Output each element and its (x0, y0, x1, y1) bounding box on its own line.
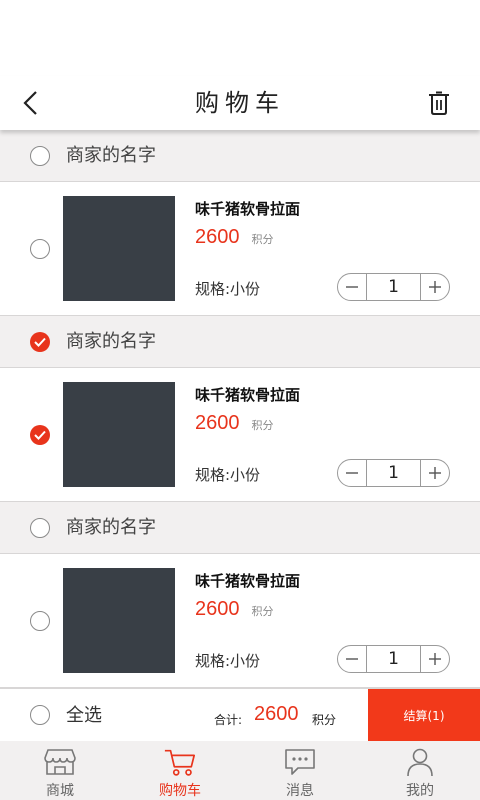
page-title: 购物车 (195, 89, 285, 117)
checkout-bar: 全选 合计: 2600 积分 结算(1) (0, 688, 480, 742)
total-unit: 积分 (312, 713, 337, 727)
product-spec: 规格:小份 (195, 652, 261, 670)
merchant-row: 商家的名字 (0, 316, 480, 368)
minus-icon (346, 286, 358, 288)
merchant-row: 商家的名字 (0, 130, 480, 182)
plus-icon (429, 653, 441, 665)
decrease-button[interactable] (338, 646, 366, 672)
merchant-checkbox[interactable] (30, 332, 50, 352)
total-value: 2600 (254, 703, 299, 725)
product-name: 味千猪软骨拉面 (195, 200, 301, 218)
decrease-button[interactable] (338, 274, 366, 300)
merchant-checkbox[interactable] (30, 518, 50, 538)
user-icon (407, 748, 433, 777)
cart-item: 味千猪软骨拉面 2600 积分 规格:小份 1 (0, 182, 480, 316)
product-price: 2600 (195, 598, 240, 620)
increase-button[interactable] (421, 274, 449, 300)
product-image[interactable] (63, 568, 175, 673)
merchant-name: 商家的名字 (66, 145, 156, 166)
tab-cart[interactable]: 购物车 (120, 741, 240, 800)
cart-list: 商家的名字 味千猪软骨拉面 2600 积分 规格:小份 1 商家的名字 味千猪软… (0, 130, 480, 688)
price-line: 2600 积分 (195, 412, 274, 435)
item-checkbox[interactable] (30, 239, 50, 259)
tab-messages[interactable]: 消息 (240, 741, 360, 800)
quantity-stepper: 1 (337, 273, 450, 301)
check-icon (34, 430, 46, 440)
status-bar-area (0, 0, 480, 76)
item-checkbox[interactable] (30, 611, 50, 631)
checkout-button[interactable]: 结算(1) (368, 689, 480, 742)
price-unit: 积分 (251, 419, 274, 432)
cart-icon (164, 749, 196, 776)
merchant-name: 商家的名字 (66, 517, 156, 538)
price-unit: 积分 (251, 233, 274, 246)
tab-shop[interactable]: 商城 (0, 741, 120, 800)
product-spec: 规格:小份 (195, 466, 261, 484)
tab-label: 购物车 (159, 783, 201, 799)
tab-label: 消息 (286, 783, 314, 799)
price-unit: 积分 (251, 605, 274, 618)
increase-button[interactable] (421, 646, 449, 672)
price-line: 2600 积分 (195, 598, 274, 621)
plus-icon (429, 467, 441, 479)
product-spec: 规格:小份 (195, 280, 261, 298)
delete-button[interactable] (424, 88, 454, 118)
product-name: 味千猪软骨拉面 (195, 572, 301, 590)
increase-button[interactable] (421, 460, 449, 486)
tab-profile[interactable]: 我的 (360, 741, 480, 800)
cart-item: 味千猪软骨拉面 2600 积分 规格:小份 1 (0, 554, 480, 688)
quantity-value[interactable]: 1 (366, 274, 421, 300)
decrease-button[interactable] (338, 460, 366, 486)
tab-label: 我的 (406, 783, 434, 799)
product-image[interactable] (63, 382, 175, 487)
select-all-label[interactable]: 全选 (66, 689, 102, 742)
select-all-checkbox[interactable] (30, 705, 50, 725)
product-image[interactable] (63, 196, 175, 301)
product-name: 味千猪软骨拉面 (195, 386, 301, 404)
minus-icon (346, 658, 358, 660)
header: 购物车 (0, 76, 480, 130)
item-checkbox[interactable] (30, 425, 50, 445)
price-line: 2600 积分 (195, 226, 274, 249)
quantity-value[interactable]: 1 (366, 460, 421, 486)
quantity-stepper: 1 (337, 645, 450, 673)
total-label: 合计: (214, 713, 243, 727)
product-price: 2600 (195, 226, 240, 248)
check-icon (34, 337, 46, 347)
bottom-tab-bar: 商城 购物车 消息 我的 (0, 741, 480, 800)
minus-icon (346, 472, 358, 474)
tab-label: 商城 (46, 783, 74, 799)
merchant-checkbox[interactable] (30, 146, 50, 166)
quantity-stepper: 1 (337, 459, 450, 487)
plus-icon (429, 281, 441, 293)
merchant-name: 商家的名字 (66, 331, 156, 352)
shop-icon (44, 749, 76, 775)
quantity-value[interactable]: 1 (366, 646, 421, 672)
trash-icon (429, 91, 449, 115)
merchant-row: 商家的名字 (0, 502, 480, 554)
message-icon (285, 749, 315, 775)
product-price: 2600 (195, 412, 240, 434)
cart-item: 味千猪软骨拉面 2600 积分 规格:小份 1 (0, 368, 480, 502)
